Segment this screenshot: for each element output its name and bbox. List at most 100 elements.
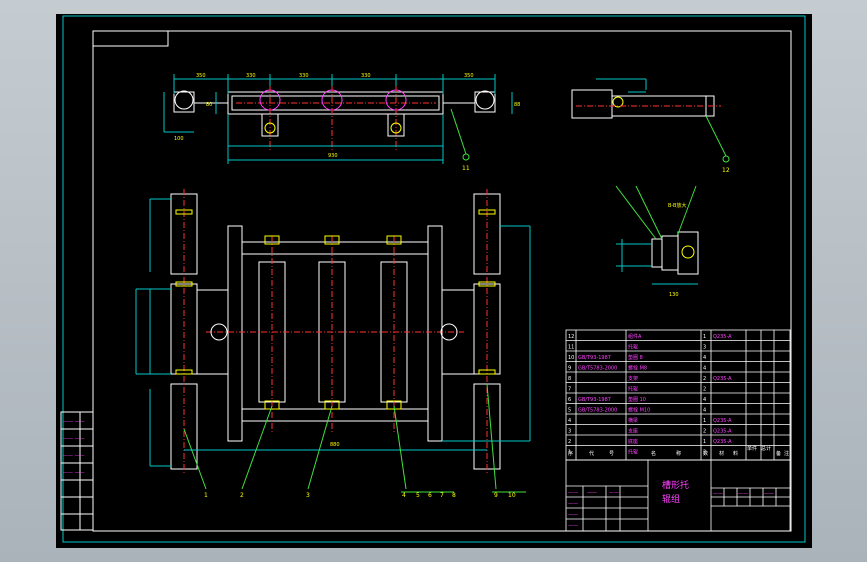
dim-top-3: 330 [299, 73, 309, 79]
svg-text:——: —— [764, 491, 774, 497]
header-total: 总计 [761, 445, 771, 452]
header-material-1: 材 [719, 450, 724, 457]
svg-text:—— ——: —— —— [63, 470, 85, 476]
cell-qty: 4 [703, 355, 706, 361]
cell-no: 10 [568, 355, 574, 361]
cell-qty: 4 [703, 397, 706, 403]
svg-text:——: —— [587, 490, 597, 496]
cell-name: 螺栓 M8 [628, 365, 647, 372]
cell-no: 4 [568, 418, 571, 424]
cell-material: Q235-A [713, 418, 732, 424]
header-name-2: 称 [676, 450, 681, 457]
dim-top-1: 350 [196, 73, 206, 79]
cell-code: GB/T93-1987 [578, 355, 611, 361]
cell-no: 9 [568, 366, 571, 372]
svg-text:—— ——: —— —— [63, 453, 85, 459]
balloon-12 [722, 155, 730, 163]
cell-qty: 3 [703, 345, 706, 351]
balloon-1: 1 [204, 492, 208, 499]
cell-name: 垫圈 8 [628, 354, 643, 361]
cell-material: Q235-A [713, 376, 732, 382]
cell-code: GB/T5783-2000 [578, 408, 617, 414]
header-material-2: 料 [733, 450, 738, 457]
cell-qty: 1 [703, 334, 706, 340]
drawing-number-box [92, 30, 169, 47]
cell-no: 3 [568, 429, 571, 435]
drawing-title-line2: 辊组 [662, 493, 680, 505]
header-code-2: 号 [609, 451, 614, 457]
detail-view-b-b [615, 185, 699, 285]
svg-text:—— ——: —— —— [63, 419, 85, 425]
cell-qty: 2 [703, 376, 706, 382]
cell-qty: 1 [703, 418, 706, 424]
parts-list-header: 序 代 号 名 称 数 材 料 单件 总计 备 注 [568, 445, 789, 457]
header-unit: 单件 [747, 445, 757, 452]
balloon-11-label: 11 [462, 165, 470, 172]
balloon-3: 3 [306, 492, 310, 499]
cell-name: 垫圈 10 [628, 396, 646, 403]
cad-application-frame: —— —— —— —— —— —— —— —— 350 330 330 330 … [0, 0, 867, 562]
cell-qty: 2 [703, 429, 706, 435]
cell-name: 支架 [628, 375, 638, 382]
svg-text:——: —— [713, 491, 723, 497]
cell-no: 2 [568, 439, 571, 445]
cell-no: 12 [568, 334, 574, 340]
cell-no: 8 [568, 376, 571, 382]
header-note-2: 注 [784, 450, 789, 457]
cad-drawing: —— —— —— —— —— —— —— —— 350 330 330 330 … [60, 15, 806, 543]
cell-name: 底座 [628, 438, 638, 445]
dim-side-1: 130 [669, 292, 679, 298]
cell-name: 螺栓 M10 [628, 407, 650, 414]
dim-top-4: 330 [361, 73, 371, 79]
balloon-10: 10 [508, 492, 516, 499]
drawing-title-line1: 槽形托 [662, 479, 689, 491]
dim-top-2: 330 [246, 73, 256, 79]
cell-no: 5 [568, 408, 571, 414]
header-code-1: 代 [589, 450, 594, 457]
svg-text:——: —— [568, 501, 578, 507]
cell-material: Q235-A [713, 439, 732, 445]
side-view [571, 78, 730, 163]
svg-text:——: —— [568, 512, 578, 518]
header-name-1: 名 [651, 450, 656, 457]
balloon-4: 4 [402, 492, 406, 499]
balloon-2: 2 [240, 492, 244, 499]
cell-name: 托辊 [628, 344, 638, 351]
drawing-canvas[interactable]: —— —— —— —— —— —— —— —— 350 330 330 330 … [56, 14, 812, 548]
cell-qty: 1 [703, 439, 706, 445]
header-qty: 数 [703, 450, 708, 457]
svg-text:—— ——: —— —— [63, 436, 85, 442]
dim-top-8: 88 [514, 102, 520, 108]
header-note-1: 备 [776, 450, 781, 457]
svg-text:——: —— [609, 490, 619, 496]
cell-qty: 4 [703, 408, 706, 414]
cell-name: 托辊 [628, 386, 638, 393]
balloon-8: 8 [452, 492, 456, 499]
header-no: 序 [568, 450, 573, 457]
front-elevation-view [163, 74, 513, 164]
cell-material: Q235-A [713, 334, 732, 340]
svg-text:——: —— [568, 490, 578, 496]
cell-material: Q235-A [713, 429, 732, 435]
balloon-7: 7 [440, 492, 444, 499]
cell-name: 横梁 [628, 417, 638, 424]
balloon-12-label: 12 [722, 167, 730, 174]
cell-qty: 2 [703, 387, 706, 393]
balloon-11 [462, 153, 470, 161]
cell-name: 支座 [628, 428, 638, 435]
parts-list-grid [565, 329, 791, 461]
dim-plan-total: 880 [330, 442, 340, 448]
cell-no: 7 [568, 387, 571, 393]
dim-top-total: 930 [328, 153, 338, 159]
cell-code: GB/T5783-2000 [578, 366, 617, 372]
cell-no: 6 [568, 397, 571, 403]
cell-no: 11 [568, 345, 574, 351]
cell-name: 托辊 [628, 449, 638, 456]
svg-text:——: —— [568, 523, 578, 529]
balloon-5: 5 [416, 492, 420, 499]
section-label: B-B放大 [668, 202, 687, 209]
cell-qty: 4 [703, 366, 706, 372]
balloon-9: 9 [494, 492, 498, 499]
svg-text:——: —— [738, 491, 748, 497]
balloon-6: 6 [428, 492, 432, 499]
